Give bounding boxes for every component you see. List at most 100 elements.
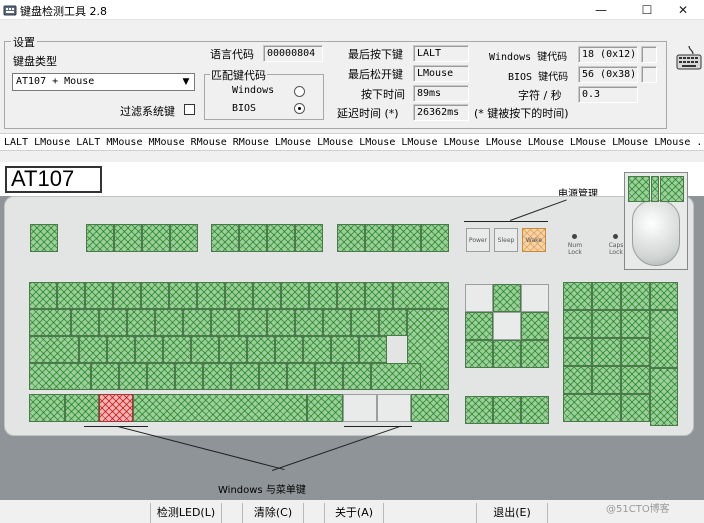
bios-code-label: BIOS 键代码 (508, 72, 569, 83)
key-numpad (592, 310, 621, 338)
keyboard-model-label: AT107 (5, 166, 102, 193)
key-letter (91, 363, 119, 390)
key-f (365, 224, 393, 252)
rate-label: 字符 / 秒 (518, 89, 562, 102)
close-button[interactable]: ✕ (660, 0, 704, 20)
key-letter (275, 336, 303, 363)
key-letter (163, 336, 191, 363)
window-title: 键盘检测工具 2.8 (20, 5, 107, 18)
key-delete (465, 340, 493, 368)
key-letter (71, 309, 99, 336)
key-tab (29, 309, 71, 336)
key-right-shift (371, 363, 421, 390)
language-code-label: 语言代码 (210, 48, 254, 61)
key-letter (99, 309, 127, 336)
key-f (142, 224, 170, 252)
key-letter (147, 363, 175, 390)
key-space (133, 394, 307, 422)
key-left-shift (29, 363, 91, 390)
key-letter (303, 336, 331, 363)
key-numpad (621, 310, 650, 338)
check-led-button[interactable]: 检测LED(L) (150, 503, 222, 523)
keyboard-type-select[interactable]: AT107 + Mouse (12, 73, 195, 91)
key-letter (343, 363, 371, 390)
key-event-log: LALT LMouse LALT MMouse MMouse RMouse RM… (0, 133, 704, 151)
power-bracket-line (464, 221, 548, 222)
keyboard-picture-header (0, 162, 704, 196)
key-letter (267, 309, 295, 336)
key-number-row (365, 282, 393, 309)
filter-system-keys-label: 过滤系统键 (120, 105, 175, 118)
match-bios-label: BIOS (232, 103, 257, 114)
key-number-row (281, 282, 309, 309)
key-f (295, 224, 323, 252)
key-left-win (65, 394, 99, 422)
key-number-row (85, 282, 113, 309)
key-numpad (563, 310, 592, 338)
key-letter (295, 309, 323, 336)
key-letter (259, 363, 287, 390)
key-f (211, 224, 239, 252)
key-letter (323, 309, 351, 336)
key-numpad-enter (650, 368, 678, 426)
key-esc (30, 224, 58, 252)
key-right-win (343, 394, 377, 422)
bios-code-extra-field (641, 66, 657, 83)
key-f (337, 224, 365, 252)
key-arrow-up (493, 396, 521, 424)
key-right-alt (307, 394, 343, 422)
key-numpad (621, 282, 650, 310)
key-caps-lock (29, 336, 79, 363)
key-menu (377, 394, 411, 422)
key-backspace (393, 282, 449, 309)
key-numpad (592, 282, 621, 310)
match-windows-label: Windows (232, 85, 275, 96)
key-numpad-dot (621, 394, 650, 422)
wake-key-label: Wake (525, 237, 543, 244)
key-numpad (563, 366, 592, 394)
match-bios-radio[interactable] (294, 103, 305, 114)
key-numpad-minus (650, 282, 678, 310)
key-number-row (141, 282, 169, 309)
key-numpad (592, 366, 621, 394)
sleep-key-label: Sleep (497, 237, 515, 244)
filter-system-keys-checkbox[interactable] (184, 104, 195, 115)
windows-code-label: Windows 键代码 (489, 52, 568, 63)
key-letter (135, 336, 163, 363)
press-time-label: 按下时间 (361, 88, 405, 101)
key-f (267, 224, 295, 252)
key-number-row (197, 282, 225, 309)
rate-field: 0.3 (578, 86, 638, 103)
minimize-button[interactable]: — (578, 0, 624, 20)
key-left-ctrl (29, 394, 65, 422)
key-scroll-lock (493, 284, 521, 312)
chevron-down-icon[interactable]: ▼ (178, 74, 194, 90)
key-letter (191, 336, 219, 363)
key-numpad (592, 338, 621, 366)
key-letter (211, 309, 239, 336)
mouse-middle-button (651, 176, 659, 202)
match-windows-radio[interactable] (294, 86, 305, 97)
key-numpad (621, 338, 650, 366)
key-numpad (621, 366, 650, 394)
clear-button[interactable]: 清除(C) (242, 503, 304, 523)
windows-code-extra-field (641, 46, 657, 63)
key-numpad-plus (650, 310, 678, 368)
exit-button[interactable]: 退出(E) (476, 503, 548, 523)
press-time-field: 89ms (413, 85, 469, 102)
about-button[interactable]: 关于(A) (324, 503, 384, 523)
key-letter (155, 309, 183, 336)
caps-lock-led (613, 234, 618, 239)
win-left-bracket-line (84, 426, 148, 427)
language-code-field: 00000804 (263, 45, 323, 62)
key-letter (247, 336, 275, 363)
key-letter (119, 363, 147, 390)
settings-legend: 设置 (11, 34, 37, 50)
key-f (170, 224, 198, 252)
key-f (421, 224, 449, 252)
num-lock-led (572, 234, 577, 239)
watermark: @51CTO博客 (606, 504, 670, 515)
bios-code-field: 56 (0x38) (578, 66, 638, 83)
key-letter (175, 363, 203, 390)
keyboard-app-icon (3, 5, 17, 16)
